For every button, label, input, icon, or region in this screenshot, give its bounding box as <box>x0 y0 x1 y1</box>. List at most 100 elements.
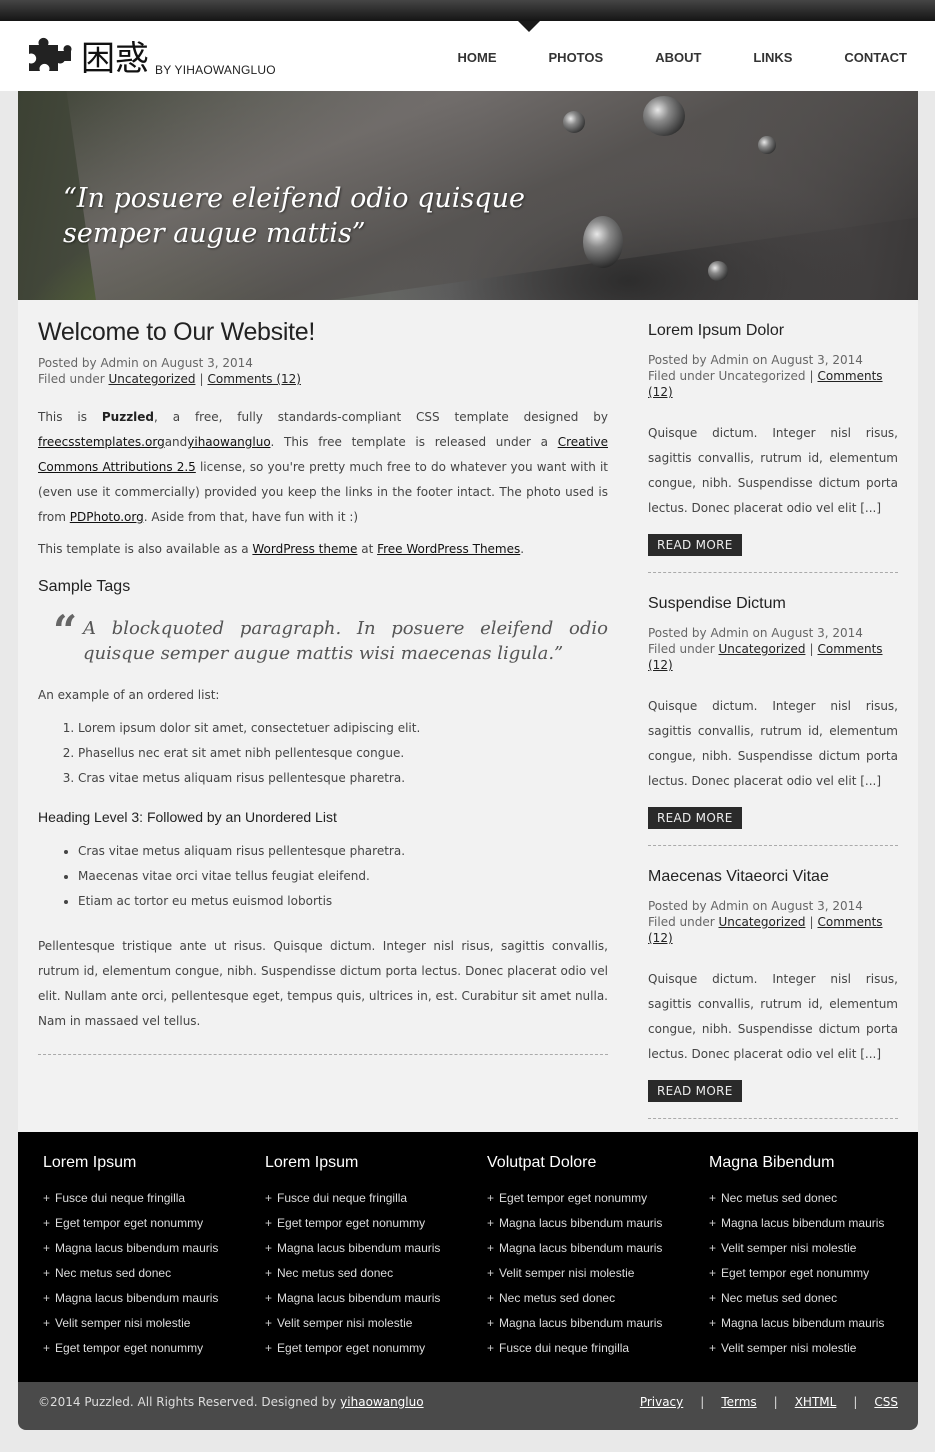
nav-links[interactable]: LINKS <box>753 50 792 65</box>
designer-link[interactable]: yihaowangluo <box>340 1395 423 1409</box>
footer-link[interactable]: Velit semper nisi molestie <box>709 1236 919 1261</box>
posted-by: Posted by Admin on August 3, 2014 <box>38 356 253 370</box>
footer-link[interactable]: Magna lacus bibendum mauris <box>265 1286 475 1311</box>
list-item: Cras vitae metus aliquam risus pellentes… <box>78 839 608 864</box>
ordered-list: Lorem ipsum dolor sit amet, consectetuer… <box>78 716 608 791</box>
footer-link[interactable]: Magna lacus bibendum mauris <box>43 1286 253 1311</box>
terms-link[interactable]: Terms <box>721 1395 756 1409</box>
footer-link[interactable]: Eget tempor eget nonummy <box>265 1336 475 1361</box>
sidebar-post: Suspendise Dictum Posted by Admin on Aug… <box>648 595 898 846</box>
hero-quote-line: “In posuere eleifend odio quisque <box>63 183 525 214</box>
freecsstemplates-link[interactable]: freecsstemplates.org <box>38 435 165 449</box>
footer-link[interactable]: Magna lacus bibendum mauris <box>709 1311 919 1336</box>
hero-water-drop <box>758 136 776 154</box>
sidebar-post-title[interactable]: Lorem Ipsum Dolor <box>648 322 898 340</box>
quote-mark-icon: “ <box>53 606 78 655</box>
footer-link[interactable]: Magna lacus bibendum mauris <box>487 1311 697 1336</box>
read-more-button[interactable]: READ MORE <box>648 534 742 556</box>
article-meta: Posted by Admin on August 3, 2014 Filed … <box>38 355 608 387</box>
footer-link[interactable]: Magna lacus bibendum mauris <box>487 1236 697 1261</box>
footer-link[interactable]: Fusce dui neque fringilla <box>265 1186 475 1211</box>
comments-link[interactable]: Comments (12) <box>207 372 301 386</box>
footer-link[interactable]: Nec metus sed donec <box>487 1286 697 1311</box>
footer-link[interactable]: Magna lacus bibendum mauris <box>43 1236 253 1261</box>
main-article: Welcome to Our Website! Posted by Admin … <box>38 318 608 1055</box>
category-link[interactable]: Uncategorized <box>718 369 805 383</box>
nav-contact[interactable]: CONTACT <box>844 50 907 65</box>
text-bold: Puzzled <box>101 410 155 424</box>
sidebar-post-title[interactable]: Maecenas Vitaeorci Vitae <box>648 868 898 886</box>
footer-link[interactable]: Magna lacus bibendum mauris <box>265 1236 475 1261</box>
footer-link[interactable]: Nec metus sed donec <box>43 1261 253 1286</box>
closing-paragraph: Pellentesque tristique ante ut risus. Qu… <box>38 939 608 1028</box>
wordpress-paragraph: This template is also available as a Wor… <box>38 542 608 556</box>
top-bar <box>0 0 935 21</box>
nav-about[interactable]: ABOUT <box>655 50 701 65</box>
active-nav-pointer <box>518 21 540 32</box>
logo-byline: BY YIHAOWANGLUO <box>155 63 276 77</box>
copyright-label: ©2014 Puzzled. All Rights Reserved. Desi… <box>38 1395 341 1409</box>
filed-under-label: Filed under <box>648 369 719 383</box>
footer-link[interactable]: Fusce dui neque fringilla <box>43 1186 253 1211</box>
footer-link[interactable]: Fusce dui neque fringilla <box>487 1336 697 1361</box>
hero-water-drop <box>563 111 585 133</box>
footer-link[interactable]: Eget tempor eget nonummy <box>487 1186 697 1211</box>
privacy-link[interactable]: Privacy <box>640 1395 683 1409</box>
unordered-list: Cras vitae metus aliquam risus pellentes… <box>78 839 608 914</box>
filed-under-label: Filed under <box>38 372 109 386</box>
copyright-bar: ©2014 Puzzled. All Rights Reserved. Desi… <box>18 1382 918 1430</box>
footer-link[interactable]: Velit semper nisi molestie <box>709 1336 919 1361</box>
free-wordpress-themes-link[interactable]: Free WordPress Themes <box>377 542 520 556</box>
category-link[interactable]: Uncategorized <box>718 642 805 656</box>
sample-tags-heading: Sample Tags <box>38 578 131 595</box>
text: and <box>164 435 188 449</box>
footer-link[interactable]: Eget tempor eget nonummy <box>43 1336 253 1361</box>
css-link[interactable]: CSS <box>874 1395 898 1409</box>
footer-link[interactable]: Eget tempor eget nonummy <box>43 1211 253 1236</box>
footer-column-title: Magna Bibendum <box>709 1154 835 1171</box>
footer-link[interactable]: Velit semper nisi molestie <box>43 1311 253 1336</box>
text: at <box>357 542 378 556</box>
footer-link[interactable]: Magna lacus bibendum mauris <box>709 1211 919 1236</box>
footer-link[interactable]: Eget tempor eget nonummy <box>709 1261 919 1286</box>
read-more-button[interactable]: READ MORE <box>648 1080 742 1102</box>
wordpress-theme-link[interactable]: WordPress theme <box>252 542 357 556</box>
footer-link[interactable]: Nec metus sed donec <box>709 1286 919 1311</box>
footer-link[interactable]: Eget tempor eget nonummy <box>265 1211 475 1236</box>
posted-by: Posted by Admin on August 3, 2014 <box>648 899 863 913</box>
sidebar-post-title[interactable]: Suspendise Dictum <box>648 595 898 613</box>
footer-link[interactable]: Nec metus sed donec <box>265 1261 475 1286</box>
text: This is <box>38 410 102 424</box>
category-link[interactable]: Uncategorized <box>108 372 195 386</box>
filed-under-label: Filed under <box>648 915 719 929</box>
footer-nav: Privacy | Terms | XHTML | CSS <box>640 1395 898 1409</box>
text: This template is also available as a <box>38 542 253 556</box>
intro-paragraph: This is Puzzled, a free, fully standards… <box>38 405 608 530</box>
list-item: Etiam ac tortor eu metus euismod loborti… <box>78 889 608 914</box>
xhtml-link[interactable]: XHTML <box>795 1395 837 1409</box>
read-more-button[interactable]: READ MORE <box>648 807 742 829</box>
meta-separator: | <box>809 642 814 656</box>
nav-home[interactable]: HOME <box>458 50 497 65</box>
hero-quote: “In posuere eleifend odio quisque semper… <box>63 181 563 251</box>
footer-link[interactable]: Nec metus sed donec <box>709 1186 919 1211</box>
sidebar-post: Lorem Ipsum Dolor Posted by Admin on Aug… <box>648 322 898 573</box>
footer-link[interactable]: Magna lacus bibendum mauris <box>487 1211 697 1236</box>
copyright-text: ©2014 Puzzled. All Rights Reserved. Desi… <box>38 1395 424 1409</box>
meta-separator: | <box>809 915 814 929</box>
logo[interactable]: 困惑 BY YIHAOWANGLUO <box>25 33 276 79</box>
pdphoto-link[interactable]: PDPhoto.org <box>70 510 144 524</box>
footer-link[interactable]: Velit semper nisi molestie <box>487 1261 697 1286</box>
content-area: Welcome to Our Website! Posted by Admin … <box>18 300 918 1132</box>
hero-banner: “In posuere eleifend odio quisque semper… <box>18 91 918 300</box>
category-link[interactable]: Uncategorized <box>718 915 805 929</box>
nav-photos[interactable]: PHOTOS <box>549 50 604 65</box>
heading-level-3: Heading Level 3: Followed by an Unordere… <box>38 809 337 825</box>
article-title: Welcome to Our Website! <box>38 318 315 346</box>
list-item: Lorem ipsum dolor sit amet, consectetuer… <box>78 716 608 741</box>
blockquote-text: A blockquoted paragraph. In posuere elei… <box>83 618 608 664</box>
yihaowangluo-link[interactable]: yihaowangluo <box>187 435 270 449</box>
footer-link[interactable]: Velit semper nisi molestie <box>265 1311 475 1336</box>
sidebar-post-meta: Posted by Admin on August 3, 2014 Filed … <box>648 625 898 673</box>
link-separator: | <box>773 1395 778 1409</box>
